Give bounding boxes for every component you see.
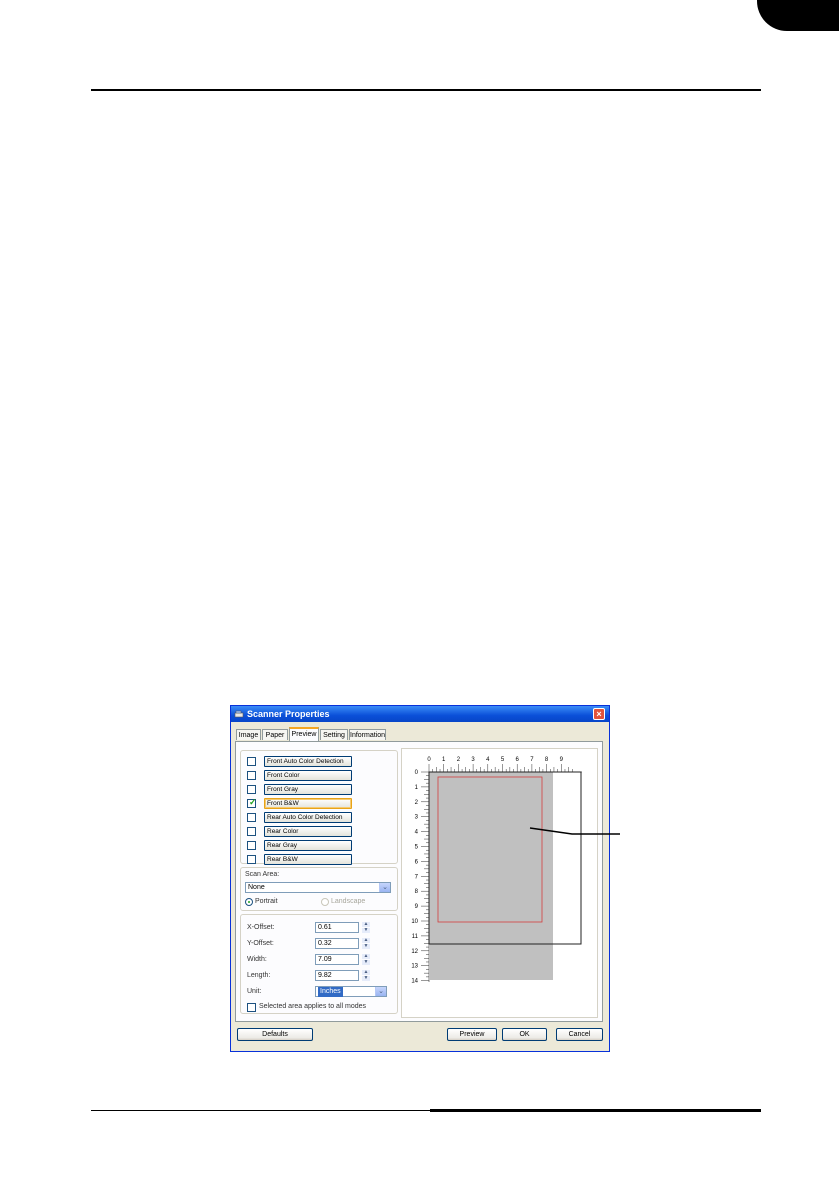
ruler-tick-label: 3	[415, 815, 419, 821]
horizontal-ruler: 0 1 2 3 4 5 6 7 8 9	[427, 757, 582, 773]
ruler-tick-label: 0	[415, 770, 419, 776]
ruler-tick-label: 1	[415, 785, 419, 791]
ruler-tick-label: 11	[412, 934, 419, 940]
ruler-tick-label: 7	[530, 757, 534, 763]
chevron-down-icon[interactable]: ⌄	[379, 883, 390, 892]
checkmark-icon: ✓	[249, 797, 257, 807]
vertical-ruler: 01234567891011121314	[411, 770, 430, 985]
scan-area-value: None	[248, 884, 265, 891]
scanner-properties-dialog: Scanner Properties × Image Paper Preview…	[230, 705, 610, 1052]
landscape-label: Landscape	[331, 898, 366, 905]
header-rule	[91, 89, 761, 91]
mode-checkbox[interactable]	[247, 813, 256, 822]
close-button[interactable]: ×	[593, 708, 605, 720]
ruler-tick-label: 6	[516, 757, 520, 763]
defaults-button[interactable]: Defaults	[237, 1028, 313, 1041]
mode-button[interactable]: Rear Auto Color Detection	[264, 812, 352, 823]
close-icon: ×	[596, 709, 602, 719]
unit-select[interactable]: Inches ⌄	[315, 986, 387, 997]
ok-button[interactable]: OK	[502, 1028, 547, 1041]
width-label: Width:	[247, 956, 267, 963]
tab-paper[interactable]: Paper	[262, 729, 288, 740]
tab-setting[interactable]: Setting	[320, 729, 348, 740]
portrait-label: Portrait	[255, 898, 278, 905]
mode-button[interactable]: Front Gray	[264, 784, 352, 795]
length-label: Length:	[247, 972, 271, 979]
y-offset-stepper[interactable]: ▲ ▼	[362, 938, 370, 949]
mode-button[interactable]: Front Color	[264, 770, 352, 781]
ruler-tick-label: 1	[442, 757, 446, 763]
cancel-button[interactable]: Cancel	[556, 1028, 603, 1041]
ruler-tick-label: 5	[415, 845, 419, 851]
y-offset-label: Y-Offset:	[247, 940, 274, 947]
x-offset-label: X-Offset:	[247, 924, 275, 931]
unit-label: Unit:	[247, 988, 262, 995]
ruler-tick-label: 4	[415, 830, 419, 836]
scan-area-group: Scan Area: None ⌄ Portrait Landscape	[240, 867, 398, 911]
dialog-titlebar[interactable]: Scanner Properties ×	[231, 706, 609, 722]
page-corner-tab	[757, 0, 839, 31]
mode-checkbox[interactable]	[247, 855, 256, 864]
tab-information[interactable]: Information	[349, 729, 386, 740]
mode-checkbox[interactable]	[247, 827, 256, 836]
paper-area	[429, 772, 553, 980]
mode-checkbox[interactable]	[247, 771, 256, 780]
applies-all-label: Selected area applies to all modes	[259, 1003, 367, 1010]
ruler-tick-label: 9	[560, 757, 564, 763]
mode-button[interactable]: Rear B&W	[264, 854, 352, 865]
mode-button-selected[interactable]: Front B&W	[264, 798, 352, 809]
length-input[interactable]: 9.82	[315, 970, 359, 981]
ruler-tick-label: 9	[415, 904, 419, 910]
preview-button[interactable]: Preview	[447, 1028, 497, 1041]
ruler-tick-label: 8	[545, 757, 549, 763]
ruler-tick-label: 6	[415, 859, 419, 865]
dialog-title: Scanner Properties	[247, 709, 330, 719]
ruler-tick-label: 14	[411, 979, 418, 985]
preview-ruler-canvas: 0123456789 01234567891011121314	[411, 757, 582, 985]
preview-tab-panel: Front Auto Color Detection Front Color F…	[235, 741, 603, 1022]
ruler-tick-label: 3	[471, 757, 475, 763]
mode-button[interactable]: Front Auto Color Detection	[264, 756, 352, 767]
ruler-tick-label: 4	[486, 757, 490, 763]
width-input[interactable]: 7.09	[315, 954, 359, 965]
mode-button[interactable]: Rear Color	[264, 826, 352, 837]
unit-value: Inches	[318, 987, 343, 997]
ruler-tick-label: 0	[427, 757, 431, 763]
footer-rule-accent	[430, 1109, 761, 1112]
tab-image[interactable]: Image	[236, 729, 261, 740]
modes-group: Front Auto Color Detection Front Color F…	[240, 750, 398, 865]
ruler-tick-label: 8	[415, 889, 419, 895]
applies-all-checkbox[interactable]	[247, 1003, 256, 1012]
ruler-tick-label: 2	[457, 757, 461, 763]
arrow-down-icon[interactable]: ▼	[362, 928, 370, 933]
mode-checkbox-checked[interactable]: ✓	[247, 797, 257, 808]
mode-checkbox[interactable]	[247, 841, 256, 850]
ruler-tick-label: 13	[411, 964, 418, 970]
portrait-radio[interactable]	[245, 898, 253, 906]
x-offset-stepper[interactable]: ▲ ▼	[362, 922, 370, 933]
preview-area[interactable]: 0123456789 0 1 2 3 4 5 6 7 8 9 10 11 12 13 14	[401, 748, 598, 1018]
width-stepper[interactable]: ▲ ▼	[362, 954, 370, 965]
ruler-tick-label: 5	[501, 757, 505, 763]
arrow-down-icon[interactable]: ▼	[362, 944, 370, 949]
chevron-down-icon[interactable]: ⌄	[375, 987, 386, 996]
arrow-down-icon[interactable]: ▼	[362, 976, 370, 981]
mode-checkbox[interactable]	[247, 757, 256, 766]
mode-button[interactable]: Rear Gray	[264, 840, 352, 851]
ruler-tick-label: 2	[415, 800, 419, 806]
ruler-tick-label: 10	[411, 919, 418, 925]
ruler-tick-label: 7	[415, 874, 419, 880]
dimensions-group: X-Offset: 0.61 ▲ ▼ Y-Offset: 0.32 ▲ ▼ Widt…	[240, 914, 398, 1014]
mode-checkbox[interactable]	[247, 785, 256, 794]
scanner-icon	[234, 710, 244, 718]
ruler-tick-label: 12	[411, 949, 418, 955]
length-stepper[interactable]: ▲ ▼	[362, 970, 370, 981]
arrow-down-icon[interactable]: ▼	[362, 960, 370, 965]
y-offset-input[interactable]: 0.32	[315, 938, 359, 949]
landscape-radio[interactable]	[321, 898, 329, 906]
scan-area-select[interactable]: None ⌄	[245, 882, 391, 893]
tab-preview[interactable]: Preview	[289, 727, 319, 741]
scan-area-label: Scan Area:	[245, 871, 280, 878]
x-offset-input[interactable]: 0.61	[315, 922, 359, 933]
